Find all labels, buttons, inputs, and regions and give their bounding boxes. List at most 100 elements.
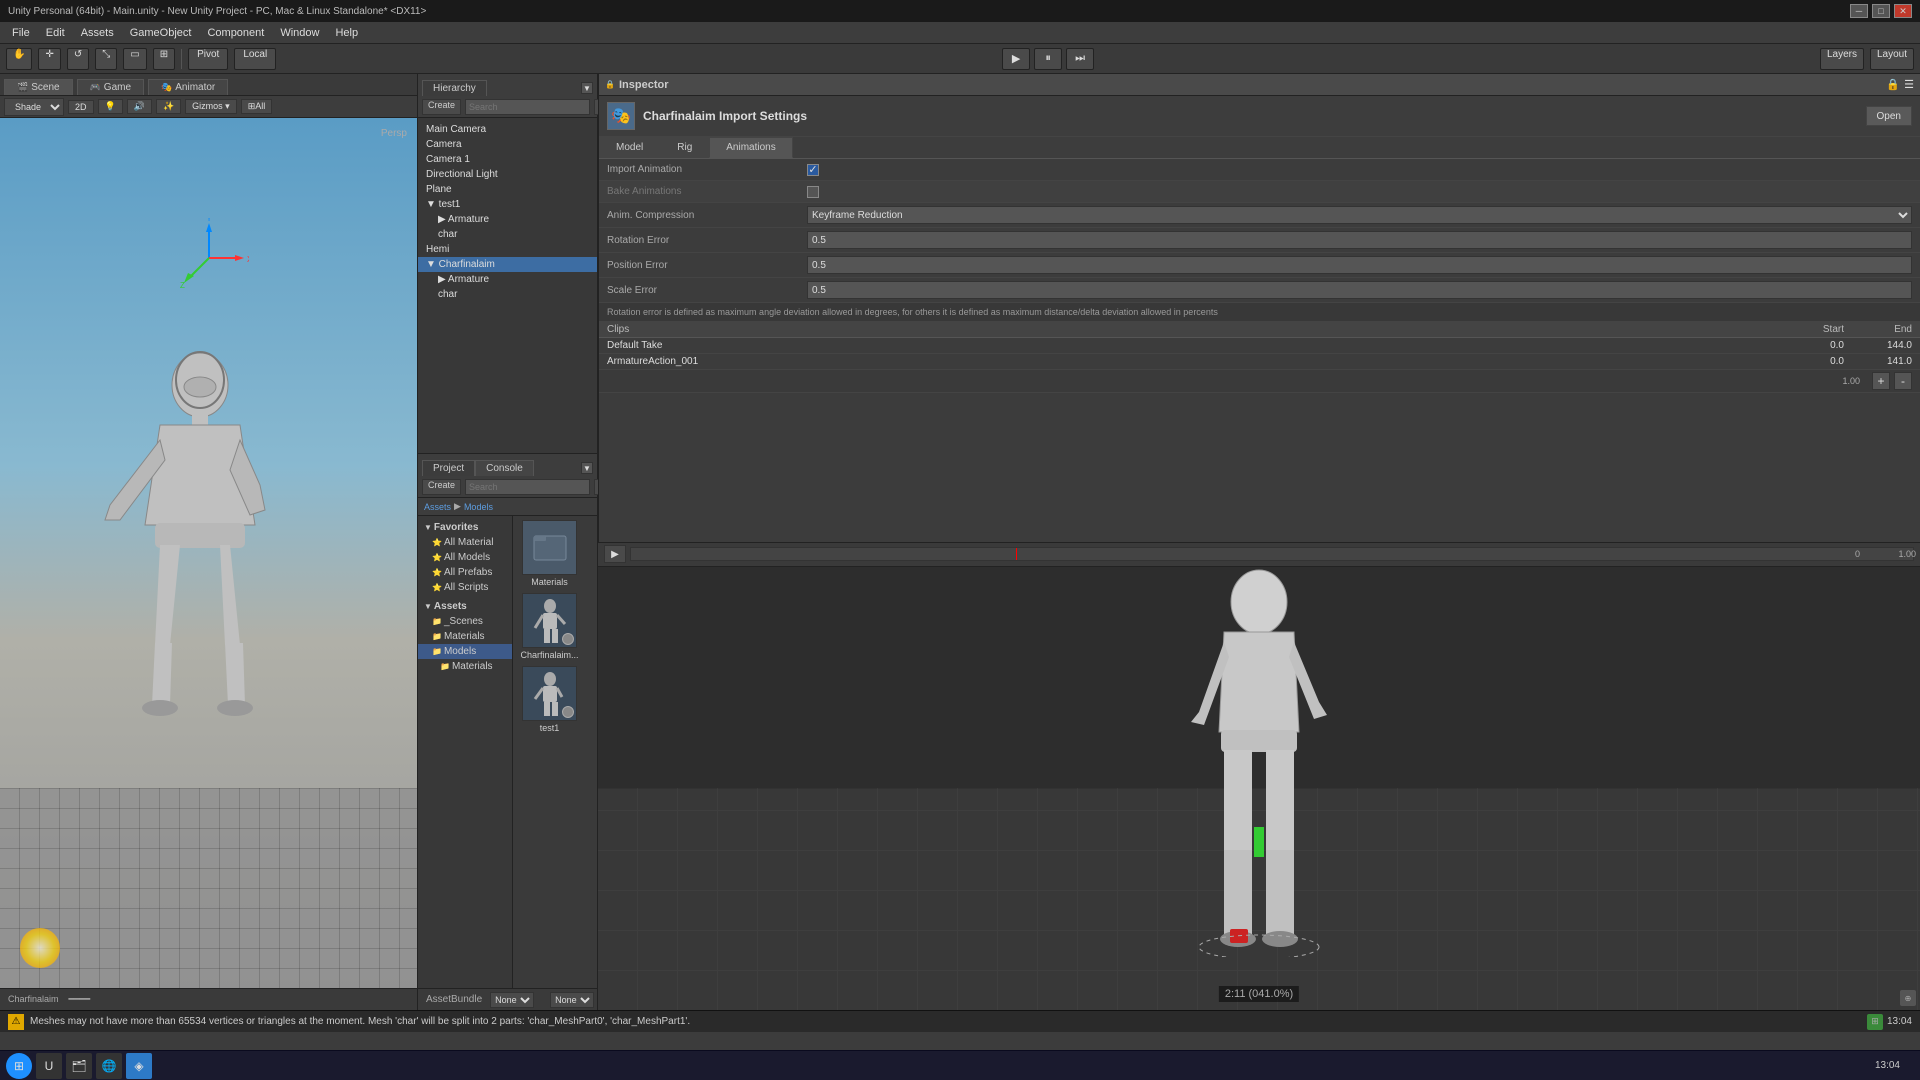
hier-armature-1[interactable]: ▶ Armature (418, 212, 597, 227)
hier-directional-light[interactable]: Directional Light (418, 167, 597, 182)
tool-scale[interactable]: ⤡ (95, 48, 117, 70)
tree-scenes[interactable]: 📁_Scenes (418, 614, 512, 629)
search-scene[interactable]: ⊞All (241, 99, 273, 114)
hier-camera[interactable]: Camera (418, 137, 597, 152)
menu-help[interactable]: Help (327, 25, 366, 41)
hier-char-2[interactable]: char (418, 287, 597, 302)
position-error-input[interactable] (807, 256, 1912, 274)
menu-window[interactable]: Window (272, 25, 327, 41)
tab-rig[interactable]: Rig (660, 137, 709, 158)
menu-component[interactable]: Component (199, 25, 272, 41)
hierarchy-search-input[interactable] (465, 99, 590, 115)
open-button[interactable]: Open (1866, 106, 1912, 126)
scene-view[interactable]: Y X Z Persp (0, 118, 417, 988)
bake-animations-checkbox[interactable] (807, 186, 819, 198)
lock-icon[interactable]: 🔒 (1886, 78, 1900, 91)
tree-materials[interactable]: 📁Materials (418, 629, 512, 644)
hierarchy-content[interactable]: Main Camera Camera Camera 1 Directional … (418, 118, 597, 453)
hier-test1[interactable]: ▼ test1 (418, 197, 597, 212)
tree-all-material[interactable]: ⭐All Material (418, 535, 512, 550)
maximize-button[interactable]: □ (1872, 4, 1890, 18)
anim-compression-select[interactable]: Keyframe Reduction Optimal Off (807, 206, 1912, 224)
breadcrumb-assets[interactable]: Assets (424, 502, 451, 512)
anim-viewport[interactable]: 2:11 (041.0%) ⊕ (598, 567, 1920, 1011)
tree-models[interactable]: 📁Models (418, 644, 512, 659)
project-create-button[interactable]: Create (422, 479, 461, 495)
project-search-input[interactable] (465, 479, 590, 495)
layers-dropdown[interactable]: Layers (1820, 48, 1864, 70)
2d-button[interactable]: 2D (68, 100, 94, 114)
clips-header: Clips Start End (599, 322, 1920, 338)
tool-move[interactable]: ✛ (38, 48, 60, 70)
menu-edit[interactable]: Edit (38, 25, 73, 41)
tab-project[interactable]: Project (422, 460, 475, 476)
tab-animations[interactable]: Animations (709, 137, 792, 158)
hier-armature-2[interactable]: ▶ Armature (418, 272, 597, 287)
tree-all-models[interactable]: ⭐All Models (418, 550, 512, 565)
tool-rect[interactable]: ▭ (123, 48, 146, 70)
tab-hierarchy[interactable]: Hierarchy (422, 80, 487, 96)
local-button[interactable]: Local (234, 48, 276, 70)
viewport-corner-icon[interactable]: ⊕ (1900, 990, 1916, 1006)
lights-button[interactable]: 💡 (98, 99, 123, 114)
inspector-menu-icon[interactable]: ☰ (1904, 78, 1914, 91)
audio-button[interactable]: 🔊 (127, 99, 152, 114)
taskbar-chrome-icon[interactable]: 🌐 (96, 1053, 122, 1079)
layout-dropdown[interactable]: Layout (1870, 48, 1914, 70)
taskbar-start-icon[interactable]: ⊞ (6, 1053, 32, 1079)
tool-rotate[interactable]: ↺ (67, 48, 89, 70)
asset-charfinalaim[interactable]: Charfinalaim... (517, 593, 582, 660)
asset-bundle-variant-select[interactable]: None (550, 992, 594, 1008)
shading-dropdown[interactable]: Shaded (4, 98, 64, 116)
breadcrumb-models[interactable]: Models (464, 502, 493, 512)
tab-game[interactable]: 🎮Game (77, 79, 144, 95)
taskbar-icon-1[interactable]: ⊞ (1867, 1014, 1883, 1030)
clip-remove-button[interactable]: - (1894, 372, 1912, 390)
tree-materials-sub[interactable]: 📁Materials (418, 659, 512, 674)
tree-all-scripts[interactable]: ⭐All Scripts (418, 580, 512, 595)
tree-all-prefabs[interactable]: ⭐All Prefabs (418, 565, 512, 580)
hier-plane[interactable]: Plane (418, 182, 597, 197)
hierarchy-lock-icon[interactable]: ▼ (581, 82, 593, 94)
hier-char-1[interactable]: char (418, 227, 597, 242)
asset-bundle-select[interactable]: None (490, 992, 534, 1008)
tab-animator[interactable]: 🎭Animator (148, 79, 228, 95)
menu-gameobject[interactable]: GameObject (122, 25, 200, 41)
pivot-button[interactable]: Pivot (188, 48, 228, 70)
pause-button[interactable]: ⏸ (1034, 48, 1062, 70)
tab-console[interactable]: Console (475, 460, 534, 476)
step-button[interactable]: ⏭ (1066, 48, 1094, 70)
tree-favorites[interactable]: ▼Favorites (418, 520, 512, 535)
tree-assets[interactable]: ▼Assets (418, 599, 512, 614)
rotation-error-input[interactable] (807, 231, 1912, 249)
menu-file[interactable]: File (4, 25, 38, 41)
tab-scene[interactable]: 🎬Scene (4, 79, 73, 95)
asset-materials-folder[interactable]: Materials (517, 520, 582, 587)
anim-play-button[interactable]: ▶ (604, 545, 626, 563)
tab-model[interactable]: Model (599, 137, 660, 158)
taskbar-explorer-icon[interactable]: 🗂 (66, 1053, 92, 1079)
anim-timeline[interactable] (630, 547, 1914, 561)
hier-camera-1[interactable]: Camera 1 (418, 152, 597, 167)
clip-row-default[interactable]: Default Take 0.0 144.0 (599, 338, 1920, 354)
play-button[interactable]: ▶ (1002, 48, 1030, 70)
clip-add-button[interactable]: + (1872, 372, 1890, 390)
menu-assets[interactable]: Assets (73, 25, 122, 41)
hier-main-camera[interactable]: Main Camera (418, 122, 597, 137)
clip-row-armature[interactable]: ArmatureAction_001 0.0 141.0 (599, 354, 1920, 370)
minimize-button[interactable]: ─ (1850, 4, 1868, 18)
taskbar-code-icon[interactable]: ◈ (126, 1053, 152, 1079)
tool-hand[interactable]: ✋ (6, 48, 32, 70)
gizmos-dropdown[interactable]: Gizmos ▾ (185, 99, 237, 114)
project-lock-icon[interactable]: ▼ (581, 462, 593, 474)
scale-error-input[interactable] (807, 281, 1912, 299)
tool-transform[interactable]: ⊞ (153, 48, 175, 70)
effects-button[interactable]: ✨ (156, 99, 181, 114)
asset-test1[interactable]: test1 (517, 666, 582, 733)
hier-hemi[interactable]: Hemi (418, 242, 597, 257)
close-button[interactable]: ✕ (1894, 4, 1912, 18)
import-animation-checkbox[interactable]: ✓ (807, 164, 819, 176)
hierarchy-create-button[interactable]: Create (422, 99, 461, 115)
taskbar-unity-icon[interactable]: U (36, 1053, 62, 1079)
hier-charfinalaim[interactable]: ▼ Charfinalaim (418, 257, 597, 272)
